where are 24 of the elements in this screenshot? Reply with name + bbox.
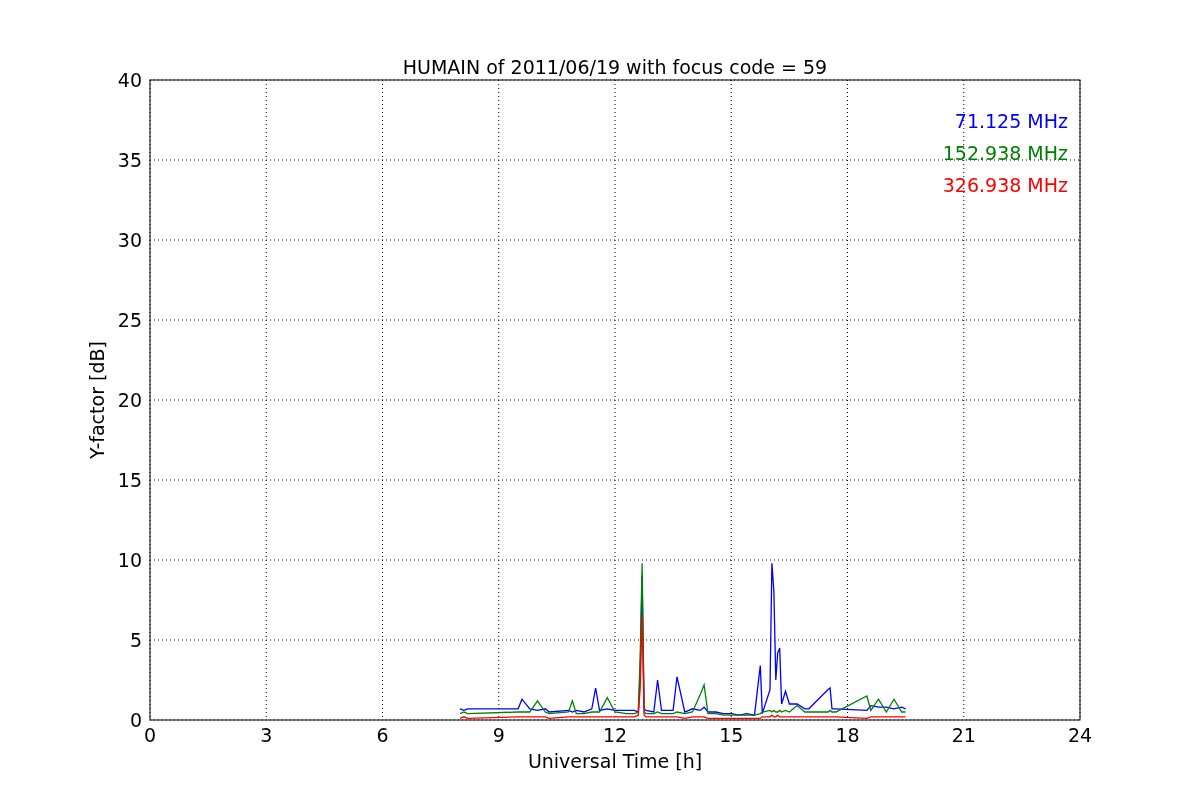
legend-label: 152.938 MHz [942, 142, 1068, 164]
tick-label: 10 [117, 549, 142, 571]
tick-label: 30 [117, 229, 142, 251]
tick-label: 18 [835, 724, 860, 746]
axis-label: Y-factor [dB] [86, 341, 108, 459]
tick-label: 25 [117, 309, 142, 331]
tick-label: 24 [1067, 724, 1093, 746]
tick-label: 35 [117, 149, 142, 171]
tick-label: 3 [260, 724, 273, 746]
tick-label: 15 [117, 469, 142, 491]
legend-label: 71.125 MHz [954, 110, 1068, 132]
tick-label: 0 [129, 709, 142, 731]
chart-title: HUMAIN of 2011/06/19 with focus code = 59 [402, 56, 828, 78]
legend-label: 326.938 MHz [942, 174, 1068, 196]
tick-label: 15 [719, 724, 744, 746]
tick-label: 0 [143, 724, 157, 746]
tick-label: 40 [117, 69, 142, 91]
axis-label: Universal Time [h] [527, 750, 703, 772]
tick-label: 9 [492, 724, 505, 746]
tick-label: 12 [602, 724, 628, 746]
tick-label: 5 [129, 629, 142, 651]
tick-label: 6 [376, 724, 389, 746]
tick-label: 20 [117, 389, 142, 411]
tick-label: 21 [951, 724, 976, 746]
